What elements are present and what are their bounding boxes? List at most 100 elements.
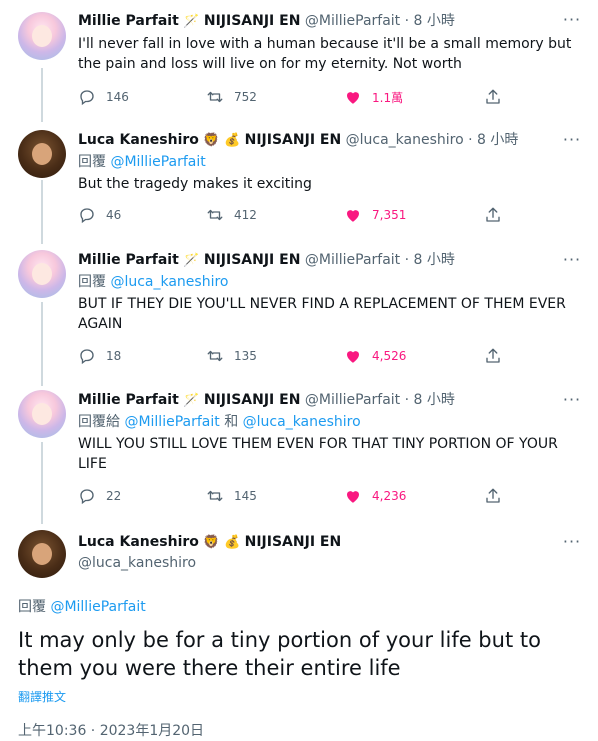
avatar[interactable] — [18, 250, 66, 298]
replying-to: 回覆 @luca_kaneshiro — [78, 274, 229, 290]
share-icon — [486, 207, 500, 222]
heart-icon — [347, 210, 359, 222]
like-button[interactable]: 1.1萬 — [344, 88, 403, 106]
reply-button[interactable]: 146 — [78, 88, 129, 106]
more-icon[interactable]: ··· — [562, 10, 582, 29]
money-bag-emoji: 💰 — [223, 133, 241, 148]
tweet-time[interactable]: 8 小時 — [414, 252, 455, 268]
more-icon[interactable]: ··· — [562, 390, 582, 409]
tweet-timestamp[interactable]: 上午10:36 · 2023年1月20日 — [18, 720, 204, 740]
reply-icon — [80, 208, 94, 224]
tweet-header: Luca Kaneshiro 🦁 💰 NIJISANJI EN — [78, 533, 548, 552]
more-icon[interactable]: ··· — [562, 250, 582, 269]
user-handle[interactable]: @MillieParfait — [305, 392, 400, 408]
mention-link[interactable]: @luca_kaneshiro — [110, 274, 228, 290]
replying-to: 回覆給 @MillieParfait 和 @luca_kaneshiro — [78, 414, 361, 430]
org-name[interactable]: NIJISANJI EN — [245, 534, 342, 550]
tweet-actions: 22 145 4,236 — [78, 487, 518, 507]
heart-icon — [347, 491, 359, 503]
tweet[interactable]: Millie Parfait 🪄 NIJISANJI EN @MilliePar… — [0, 380, 598, 520]
tweet-text: I'll never fall in love with a human bec… — [78, 36, 572, 72]
reply-icon — [80, 489, 94, 505]
reply-icon — [80, 349, 94, 365]
avatar[interactable] — [18, 12, 66, 60]
tweet-handle-row: @luca_kaneshiro — [78, 554, 548, 572]
tweet-text: But the tragedy makes it exciting — [78, 176, 312, 192]
lion-emoji: 🦁 — [203, 133, 220, 148]
tweet-text: WILL YOU STILL LOVE THEM EVEN FOR THAT T… — [78, 436, 558, 472]
mention-link[interactable]: @MillieParfait — [50, 599, 145, 615]
user-handle[interactable]: @MillieParfait — [305, 13, 400, 29]
reply-button[interactable]: 18 — [78, 347, 121, 365]
reply-button[interactable]: 46 — [78, 206, 121, 224]
replying-to: 回覆 @MillieParfait — [18, 599, 146, 615]
wand-emoji: 🪄 — [183, 393, 200, 408]
like-button[interactable]: 4,526 — [344, 347, 406, 365]
like-count: 4,236 — [372, 489, 407, 503]
org-name[interactable]: NIJISANJI EN — [204, 392, 301, 408]
display-name[interactable]: Luca Kaneshiro — [78, 534, 199, 550]
retweet-count: 135 — [234, 349, 257, 363]
tweet-actions: 146 752 1.1萬 — [78, 88, 518, 108]
avatar[interactable] — [18, 530, 66, 578]
wand-emoji: 🪄 — [183, 253, 200, 268]
display-name[interactable]: Millie Parfait — [78, 13, 179, 29]
user-handle[interactable]: @luca_kaneshiro — [78, 555, 196, 571]
mention-link[interactable]: @luca_kaneshiro — [243, 414, 361, 430]
display-name[interactable]: Luca Kaneshiro — [78, 132, 199, 148]
user-handle[interactable]: @MillieParfait — [305, 252, 400, 268]
like-count: 7,351 — [372, 208, 407, 222]
tweet-header: Millie Parfait 🪄 NIJISANJI EN @MilliePar… — [78, 252, 455, 268]
retweet-button[interactable]: 412 — [206, 206, 257, 224]
translate-tweet-link[interactable]: 翻譯推文 — [18, 688, 66, 705]
share-button[interactable] — [484, 88, 502, 106]
tweet-time[interactable]: 8 小時 — [414, 392, 455, 408]
retweet-button[interactable]: 752 — [206, 88, 257, 106]
heart-icon — [347, 92, 359, 104]
display-name[interactable]: Millie Parfait — [78, 392, 179, 408]
mention-link[interactable]: @MillieParfait — [110, 154, 205, 170]
reply-icon — [80, 90, 94, 106]
retweet-icon — [207, 350, 223, 362]
mention-link[interactable]: @MillieParfait — [124, 414, 219, 430]
like-button[interactable]: 4,236 — [344, 487, 406, 505]
tweet-thread: Millie Parfait 🪄 NIJISANJI EN @MilliePar… — [0, 0, 598, 741]
reply-button[interactable]: 22 — [78, 487, 121, 505]
retweet-icon — [207, 490, 223, 502]
tweet-actions: 18 135 4,526 — [78, 347, 518, 367]
share-button[interactable] — [484, 347, 502, 365]
like-count: 1.1萬 — [372, 90, 404, 105]
reply-count: 146 — [106, 90, 129, 104]
tweet-time[interactable]: 8 小時 — [477, 132, 518, 148]
tweet-header: Millie Parfait 🪄 NIJISANJI EN @MilliePar… — [78, 392, 455, 408]
focused-tweet-text: It may only be for a tiny portion of you… — [18, 628, 541, 680]
tweet[interactable]: Luca Kaneshiro 🦁 💰 NIJISANJI EN @luca_ka… — [0, 120, 598, 240]
more-icon[interactable]: ··· — [562, 130, 582, 149]
org-name[interactable]: NIJISANJI EN — [204, 252, 301, 268]
like-count: 4,526 — [372, 349, 407, 363]
share-icon — [486, 89, 500, 104]
retweet-button[interactable]: 145 — [206, 487, 257, 505]
tweet-header: Millie Parfait 🪄 NIJISANJI EN @MilliePar… — [78, 13, 455, 29]
org-name[interactable]: NIJISANJI EN — [204, 13, 301, 29]
like-button[interactable]: 7,351 — [344, 206, 406, 224]
heart-icon — [347, 351, 359, 363]
more-icon[interactable]: ··· — [562, 532, 582, 551]
user-handle[interactable]: @luca_kaneshiro — [346, 132, 464, 148]
reply-count: 46 — [106, 208, 122, 222]
money-bag-emoji: 💰 — [223, 535, 241, 550]
share-icon — [486, 488, 500, 503]
display-name[interactable]: Millie Parfait — [78, 252, 179, 268]
tweet-header: Luca Kaneshiro 🦁 💰 NIJISANJI EN @luca_ka… — [78, 132, 519, 148]
retweet-button[interactable]: 135 — [206, 347, 257, 365]
tweet-text: BUT IF THEY DIE YOU'LL NEVER FIND A REPL… — [78, 296, 566, 332]
share-button[interactable] — [484, 487, 502, 505]
avatar[interactable] — [18, 130, 66, 178]
share-button[interactable] — [484, 206, 502, 224]
avatar[interactable] — [18, 390, 66, 438]
tweet-time[interactable]: 8 小時 — [414, 13, 455, 29]
tweet[interactable]: Millie Parfait 🪄 NIJISANJI EN @MilliePar… — [0, 240, 598, 380]
reply-count: 22 — [106, 489, 122, 503]
org-name[interactable]: NIJISANJI EN — [245, 132, 342, 148]
tweet[interactable]: Millie Parfait 🪄 NIJISANJI EN @MilliePar… — [0, 0, 598, 120]
